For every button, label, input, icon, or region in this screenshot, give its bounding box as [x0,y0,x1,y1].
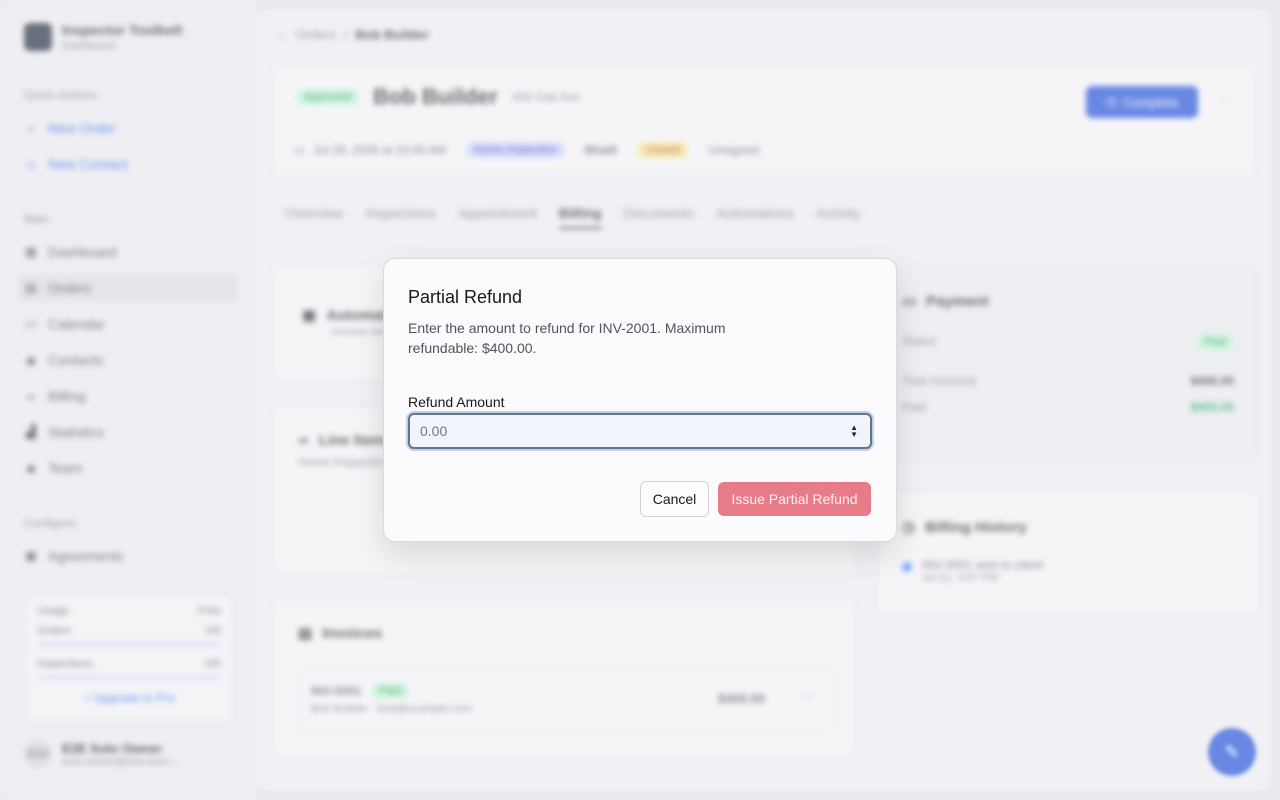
number-stepper[interactable]: ▲ ▼ [850,424,858,439]
dialog-actions: Cancel Issue Partial Refund [640,481,871,517]
issue-partial-refund-button[interactable]: Issue Partial Refund [718,482,871,516]
refund-amount-input[interactable] [410,415,870,447]
stepper-down-icon[interactable]: ▼ [850,431,858,439]
partial-refund-dialog: Partial Refund Enter the amount to refun… [383,258,897,542]
cancel-button[interactable]: Cancel [640,481,709,517]
dialog-description: Enter the amount to refund for INV-2001.… [408,320,726,356]
refund-amount-field: ▲ ▼ [408,413,872,449]
dialog-title: Partial Refund [408,287,523,307]
refund-amount-label: Refund Amount [408,394,505,410]
